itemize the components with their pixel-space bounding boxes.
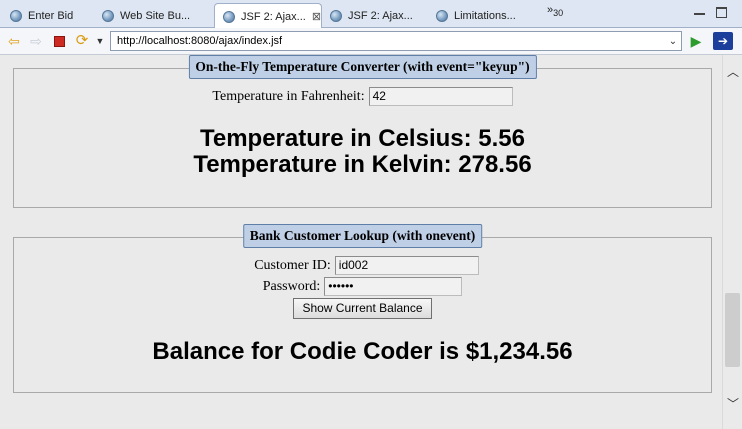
tab-web-site[interactable]: Web Site Bu... [94, 3, 214, 28]
external-browser-icon[interactable]: ➔ [713, 32, 733, 50]
overflow-count: 30 [553, 8, 564, 19]
minimize-icon[interactable] [694, 7, 705, 15]
maximize-icon[interactable] [716, 7, 727, 18]
dropdown-icon[interactable]: ▼ [92, 33, 108, 49]
go-icon[interactable]: ▶ [688, 33, 704, 49]
customer-id-row: Customer ID: id002 [14, 256, 711, 275]
customer-id-input[interactable]: id002 [334, 256, 479, 275]
forward-icon[interactable]: ⇨ [28, 33, 44, 49]
chevron-down-icon[interactable]: ⌄ [665, 36, 681, 47]
fahrenheit-input[interactable]: 42 [368, 87, 513, 106]
tab-enter-bid[interactable]: Enter Bid [2, 3, 94, 28]
password-label: Password: [262, 278, 321, 294]
temperature-converter-panel: On-the-Fly Temperature Converter (with e… [13, 55, 712, 208]
balance-result: Balance for Codie Coder is $1,234.56 [152, 338, 573, 365]
back-icon[interactable]: ⇦ [6, 33, 22, 49]
kelvin-result: Temperature in Kelvin: 278.56 [193, 151, 532, 178]
url-bar[interactable]: http://localhost:8080/ajax/index.jsf ⌄ [110, 31, 682, 51]
tab-bar: Enter Bid Web Site Bu... JSF 2: Ajax... … [0, 0, 742, 29]
globe-icon [436, 9, 448, 22]
fahrenheit-row: Temperature in Fahrenheit: 42 [14, 87, 711, 106]
refresh-icon[interactable]: ⟳ [74, 33, 90, 49]
url-input[interactable]: http://localhost:8080/ajax/index.jsf [111, 35, 665, 47]
tab-jsf-ajax-active[interactable]: JSF 2: Ajax... ⊠ [214, 3, 322, 29]
panel-legend: On-the-Fly Temperature Converter (with e… [188, 55, 537, 79]
tab-limitations[interactable]: Limitations... [428, 3, 540, 28]
password-row: Password: •••••• [14, 277, 711, 296]
tab-overflow-button[interactable]: »30 [547, 4, 563, 18]
tab-label: Limitations... [454, 9, 516, 22]
fahrenheit-label: Temperature in Fahrenheit: [212, 88, 365, 104]
customer-id-label: Customer ID: [254, 257, 331, 273]
globe-icon [10, 9, 22, 22]
stop-icon[interactable] [51, 33, 67, 49]
globe-icon [330, 9, 342, 22]
vertical-scrollbar[interactable]: ︿ ﹀ [722, 55, 742, 429]
globe-icon [223, 10, 235, 23]
scroll-down-icon[interactable]: ﹀ [723, 395, 742, 413]
scroll-up-icon[interactable]: ︿ [723, 63, 742, 81]
tab-label: Enter Bid [28, 9, 74, 22]
show-balance-button[interactable]: Show Current Balance [293, 298, 432, 319]
password-input[interactable]: •••••• [324, 277, 463, 296]
browser-toolbar: ⇦ ⇨ ⟳ ▼ http://localhost:8080/ajax/index… [0, 28, 742, 55]
close-icon[interactable]: ⊠ [312, 10, 321, 23]
tab-jsf-ajax-2[interactable]: JSF 2: Ajax... [322, 3, 428, 28]
bank-lookup-panel: Bank Customer Lookup (with onevent) Cust… [13, 224, 712, 393]
tab-label: Web Site Bu... [120, 9, 191, 22]
page-content: On-the-Fly Temperature Converter (with e… [0, 55, 722, 429]
button-row: Show Current Balance [14, 298, 711, 319]
celsius-result: Temperature in Celsius: 5.56 [199, 125, 525, 152]
scrollbar-thumb[interactable] [725, 293, 740, 367]
tab-label: JSF 2: Ajax... [348, 9, 413, 22]
panel-legend: Bank Customer Lookup (with onevent) [242, 224, 483, 248]
tab-label: JSF 2: Ajax... [241, 10, 306, 23]
globe-icon [102, 9, 114, 22]
